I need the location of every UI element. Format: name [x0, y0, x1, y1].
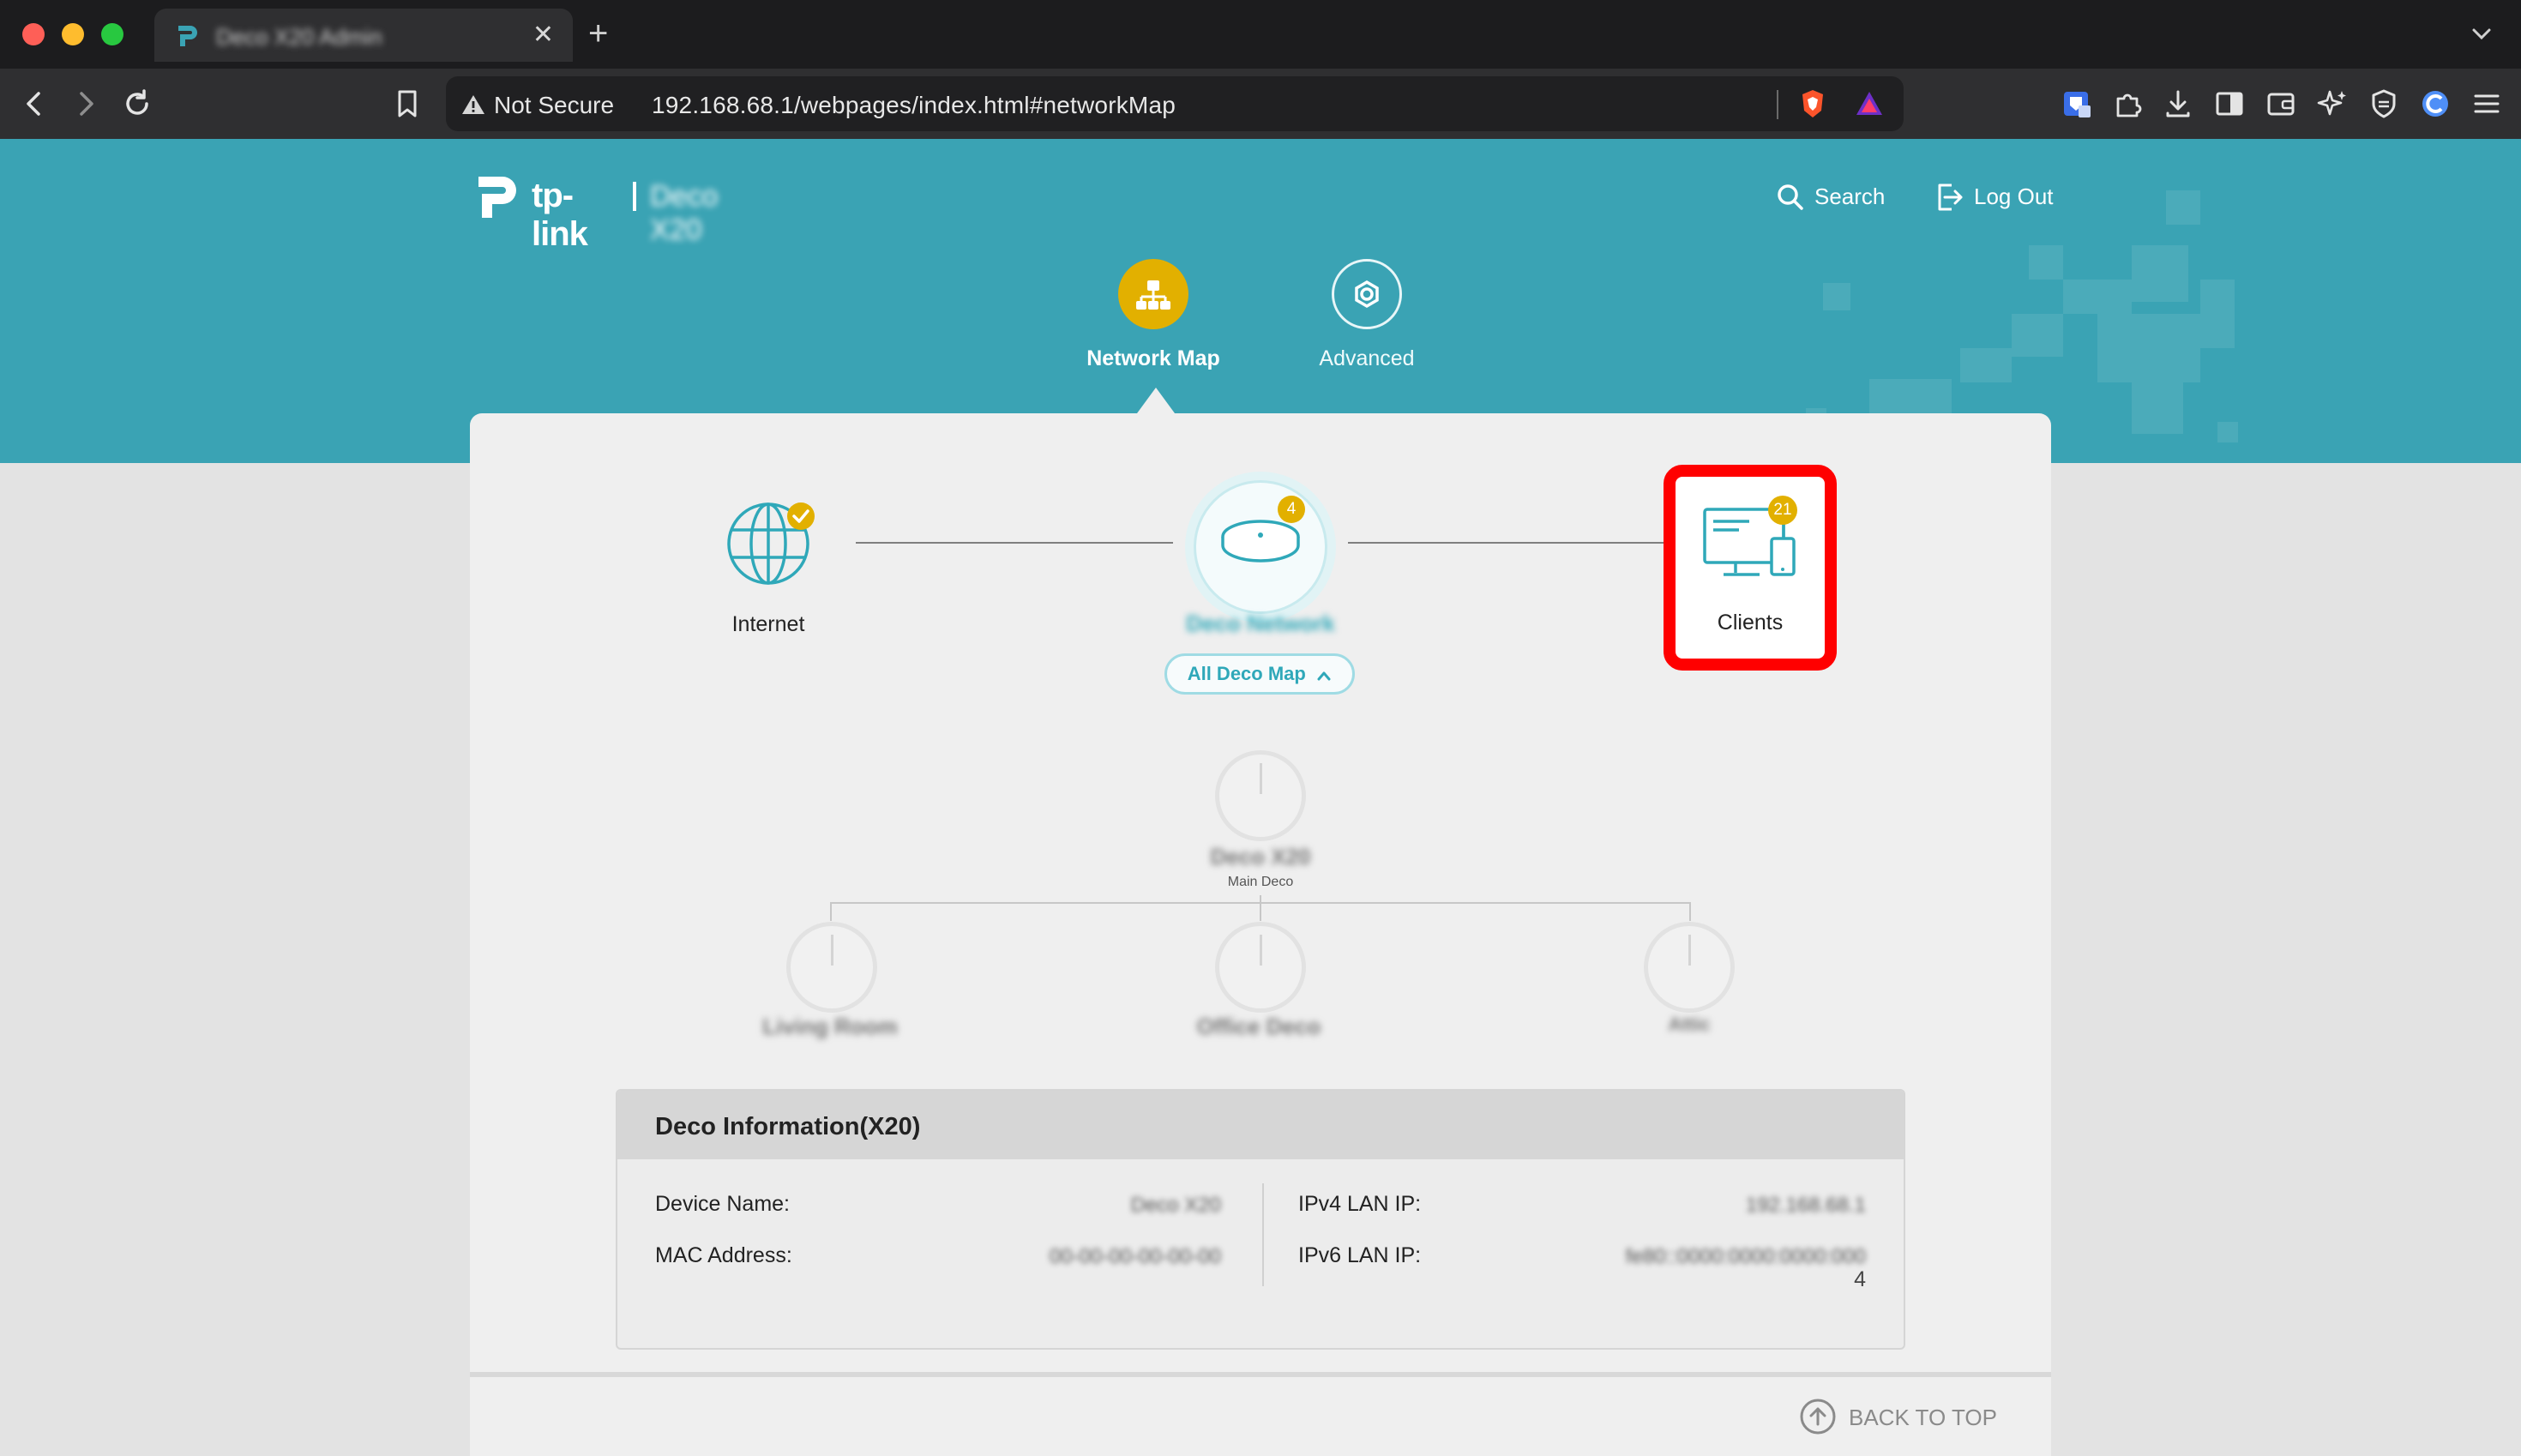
logout-label: Log Out: [1974, 184, 2054, 209]
search-label: Search: [1814, 184, 1886, 209]
back-to-top-button[interactable]: BACK TO TOP: [1799, 1394, 2022, 1437]
tab-network-map-label: Network Map: [1086, 346, 1220, 370]
maximize-window-button[interactable]: [101, 23, 123, 45]
deco-information-title: Deco Information(X20): [655, 1113, 921, 1140]
brave-rewards-icon[interactable]: [1852, 87, 1886, 121]
satellite-deco-node[interactable]: [1648, 926, 1730, 1008]
globe-icon: [727, 502, 815, 585]
all-deco-map-label: All Deco Map: [1187, 663, 1306, 684]
satellite-deco-name: Living Room: [762, 1014, 898, 1039]
extensions-icon[interactable]: [2111, 87, 2145, 121]
info-divider: [1262, 1183, 1264, 1286]
reload-icon[interactable]: [120, 87, 154, 121]
tree-branch-center: [1260, 895, 1261, 921]
mac-address-label: MAC Address:: [655, 1243, 792, 1267]
internet-deco-line: [856, 542, 1173, 544]
forward-icon[interactable]: [69, 87, 103, 121]
vpn-shield-icon[interactable]: [2367, 87, 2401, 121]
browser-tab[interactable]: Deco X20 Admin ✕: [154, 9, 573, 62]
deco-information-header: Deco Information(X20): [617, 1091, 1904, 1159]
warning-icon: [462, 95, 484, 114]
ipv4-label: IPv4 LAN IP:: [1298, 1192, 1422, 1216]
logo-divider: [633, 182, 636, 211]
internet-label: Internet: [731, 612, 805, 636]
password-manager-icon[interactable]: [2060, 87, 2094, 121]
chevron-up-icon: [1317, 671, 1331, 681]
back-to-top-label: BACK TO TOP: [1849, 1405, 1997, 1430]
bookmark-icon[interactable]: [390, 87, 424, 121]
tab-advanced[interactable]: Advanced: [1281, 259, 1453, 371]
main-deco-node[interactable]: [1219, 755, 1302, 837]
ipv6-value: fe80::0000:0000:0000:000: [1625, 1245, 1866, 1268]
deco-network-name: Deco Network: [1186, 611, 1335, 636]
logout-icon: [1938, 184, 1963, 211]
close-tab-icon[interactable]: ✕: [532, 21, 554, 50]
wallet-icon[interactable]: [2264, 87, 2298, 121]
deco-information-panel: Deco Information(X20) Device Name: Deco …: [616, 1089, 1905, 1350]
advanced-gear-icon: [1332, 259, 1402, 329]
footer-divider: [470, 1372, 2051, 1377]
browser-toolbar: Not Secure 192.168.68.1/webpages/index.h…: [0, 69, 2521, 139]
security-status[interactable]: Not Secure: [494, 92, 614, 119]
all-deco-map-button[interactable]: All Deco Map: [1164, 653, 1355, 695]
address-bar[interactable]: Not Secure 192.168.68.1/webpages/index.h…: [446, 76, 1904, 131]
clients-label: Clients: [1717, 611, 1784, 635]
sidebar-icon[interactable]: [2212, 87, 2247, 121]
device-name-value: Deco X20: [1130, 1194, 1221, 1217]
model-name: Deco X20: [650, 180, 719, 246]
profile-icon[interactable]: [2418, 87, 2452, 121]
download-icon[interactable]: [2161, 87, 2195, 121]
satellite-deco-name: Office Deco: [1196, 1014, 1321, 1039]
tab-title: Deco X20 Admin: [216, 24, 382, 50]
tab-advanced-label: Advanced: [1319, 346, 1415, 370]
ipv4-value: 192.168.68.1: [1745, 1194, 1866, 1217]
satellite-deco-node[interactable]: [1219, 926, 1302, 1008]
clients-node[interactable]: 21 Clients: [1664, 465, 1837, 671]
browser-tab-bar: Deco X20 Admin ✕ +: [0, 0, 2521, 69]
arrow-up-circle-icon: [1800, 1399, 1836, 1435]
network-map-icon: [1118, 259, 1188, 329]
deco-count-badge: 4: [1278, 496, 1305, 523]
internet-node[interactable]: [719, 496, 821, 590]
minimize-window-button[interactable]: [62, 23, 84, 45]
tplink-logo-icon: [478, 177, 516, 218]
device-name-label: Device Name:: [655, 1192, 790, 1216]
tplink-favicon-icon: [178, 26, 197, 46]
tab-network-map[interactable]: Network Map: [1068, 259, 1239, 371]
deco-clients-line: [1348, 542, 1665, 544]
satellite-deco-node[interactable]: [791, 926, 873, 1008]
mac-address-value: 00-00-00-00-00-00: [1049, 1245, 1221, 1268]
new-tab-button[interactable]: +: [588, 14, 608, 53]
active-tab-caret: [1137, 388, 1175, 413]
brave-shields-icon[interactable]: [1796, 87, 1830, 121]
tree-branch-right: [1689, 902, 1691, 921]
tree-branch-left: [830, 902, 832, 921]
menu-icon[interactable]: [2470, 87, 2504, 121]
url-text[interactable]: 192.168.68.1/webpages/index.html#network…: [652, 92, 1176, 119]
main-deco-name: Deco X20: [1210, 844, 1311, 869]
chevron-down-icon[interactable]: [2466, 19, 2497, 50]
ipv6-value-tail: 4: [1854, 1267, 1866, 1291]
ipv6-label: IPv6 LAN IP:: [1298, 1243, 1422, 1267]
leo-ai-icon[interactable]: [2315, 87, 2350, 121]
search-icon: [1778, 184, 1803, 210]
main-deco-role: Main Deco: [1227, 875, 1294, 889]
address-divider: [1777, 90, 1778, 119]
back-icon[interactable]: [17, 87, 51, 121]
clients-count-badge: 21: [1768, 496, 1797, 525]
deco-node[interactable]: 4: [1185, 472, 1336, 623]
close-window-button[interactable]: [22, 23, 45, 45]
brand-name: tp-link: [532, 177, 588, 253]
satellite-deco-name: Attic: [1668, 1014, 1711, 1035]
